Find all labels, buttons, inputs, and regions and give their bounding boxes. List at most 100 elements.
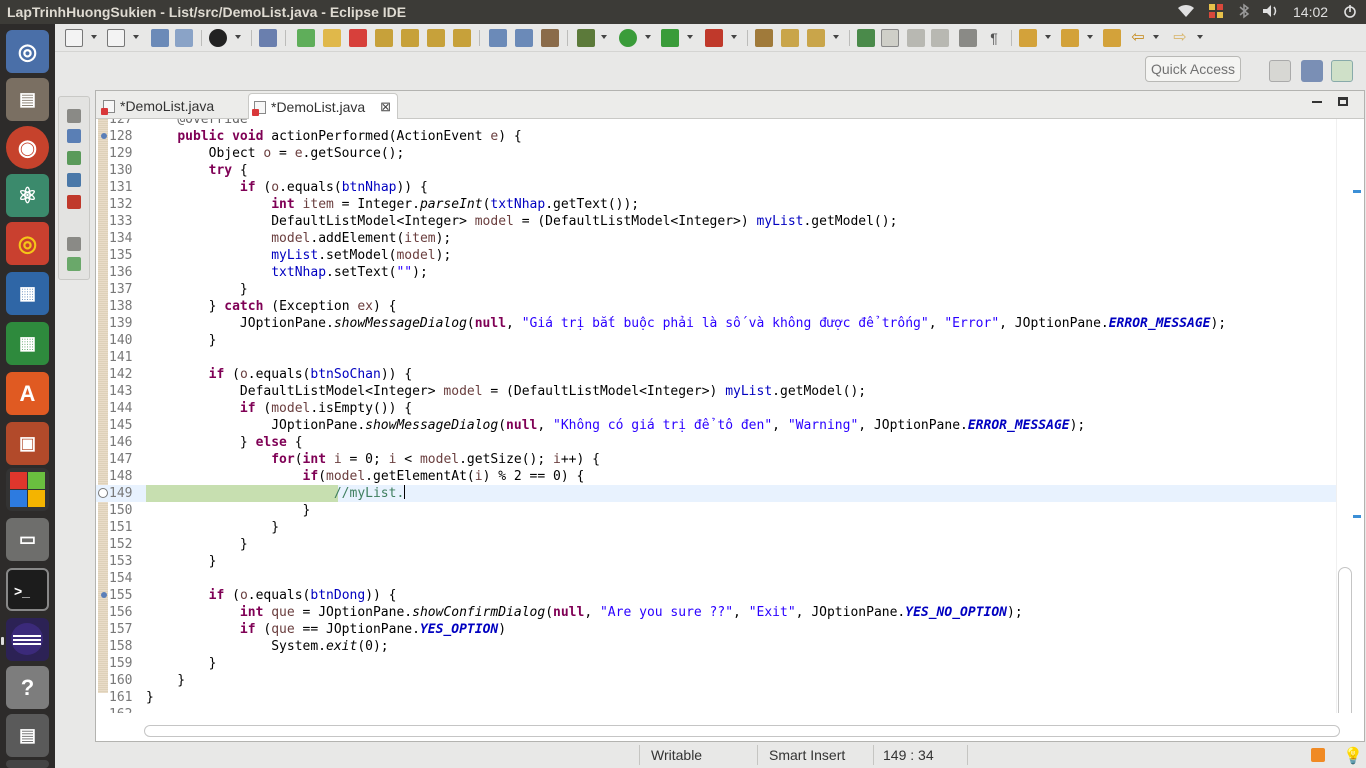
wifi-icon[interactable]	[1176, 3, 1196, 21]
code-text[interactable]: }	[146, 281, 248, 298]
hierarchy-icon[interactable]	[67, 151, 81, 165]
code-text[interactable]: myList.setModel(model);	[146, 247, 451, 264]
code-line[interactable]: 160 }	[96, 672, 1336, 689]
breadcrumb-icon[interactable]	[959, 29, 977, 47]
drop-to-frame-icon[interactable]	[489, 29, 507, 47]
code-text[interactable]: for(int i = 0; i < model.getSize(); i++)…	[146, 451, 600, 468]
calc-icon[interactable]: ▦	[6, 322, 49, 365]
code-line[interactable]: 132 int item = Integer.parseInt(txtNhap.…	[96, 196, 1336, 213]
atom-icon[interactable]: ⚛	[6, 174, 49, 217]
code-text[interactable]: model.addElement(item);	[146, 230, 451, 247]
tab-demolist-2[interactable]: *DemoList.java ⊠	[248, 93, 398, 119]
code-text[interactable]: if (o.equals(btnDong)) {	[146, 587, 397, 604]
debug-view-icon[interactable]	[67, 257, 81, 271]
coverage-dropdown-icon[interactable]	[687, 35, 693, 39]
open-folder-icon[interactable]	[781, 29, 799, 47]
code-line[interactable]: 137 }	[96, 281, 1336, 298]
step-over-icon[interactable]	[427, 29, 445, 47]
next-annotation-icon[interactable]	[1019, 29, 1037, 47]
new-type-icon[interactable]	[107, 29, 125, 47]
word-wrap-icon[interactable]	[931, 29, 949, 47]
horizontal-scrollbar[interactable]	[144, 725, 1340, 737]
code-line[interactable]: 156 int que = JOptionPane.showConfirmDia…	[96, 604, 1336, 621]
close-icon[interactable]: ⊠	[380, 94, 391, 120]
external-tools-dropdown-icon[interactable]	[731, 35, 737, 39]
code-line[interactable]: 149 //myList.	[96, 485, 1336, 502]
help-icon[interactable]: ?	[6, 666, 49, 709]
debug-perspective-icon[interactable]	[1331, 60, 1353, 82]
code-line[interactable]: 148 if(model.getElementAt(i) % 2 == 0) {	[96, 468, 1336, 485]
code-line[interactable]: 153 }	[96, 553, 1336, 570]
back-dropdown-icon[interactable]	[1153, 35, 1159, 39]
code-line[interactable]: 155 if (o.equals(btnDong)) {	[96, 587, 1336, 604]
code-text[interactable]: int que = JOptionPane.showConfirmDialog(…	[146, 604, 1023, 621]
code-text[interactable]: Object o = e.getSource();	[146, 145, 405, 162]
new-type-dropdown-icon[interactable]	[133, 35, 139, 39]
code-line[interactable]: 141	[96, 349, 1336, 366]
power-icon[interactable]	[1342, 3, 1358, 21]
code-text[interactable]: if (o.equals(btnNhap)) {	[146, 179, 428, 196]
restore-bottom-icon[interactable]	[67, 237, 81, 251]
code-line[interactable]: 143 DefaultListModel<Integer> model = (D…	[96, 383, 1336, 400]
save-all-icon[interactable]	[175, 29, 193, 47]
use-step-filters-icon[interactable]	[515, 29, 533, 47]
tip-bulb-icon[interactable]: 💡	[1343, 746, 1363, 766]
toggle-highlight-icon[interactable]	[881, 29, 899, 47]
problems-icon[interactable]	[67, 195, 81, 209]
code-line[interactable]: 136 txtNhap.setText("");	[96, 264, 1336, 281]
code-text[interactable]: //myList.	[146, 485, 406, 502]
eclipse-icon[interactable]	[6, 618, 49, 661]
skip-breakpoints-icon[interactable]	[259, 29, 277, 47]
coverage-icon[interactable]	[661, 29, 679, 47]
firefox-icon[interactable]: ◉	[6, 126, 49, 169]
rss-feed-icon[interactable]	[1311, 748, 1325, 762]
update-icon[interactable]	[1208, 3, 1224, 21]
code-text[interactable]: public void actionPerformed(ActionEvent …	[146, 128, 521, 145]
code-editor[interactable]: 127 @Override 128 public void actionPerfo…	[96, 119, 1364, 713]
override-marker-icon[interactable]	[101, 133, 107, 139]
code-line[interactable]: 146 } else {	[96, 434, 1336, 451]
new-dropdown-icon[interactable]	[91, 35, 97, 39]
code-text[interactable]: } catch (Exception ex) {	[146, 298, 397, 315]
debug-dropdown-icon[interactable]	[601, 35, 607, 39]
quick-access-field[interactable]: Quick Access	[1145, 56, 1241, 82]
volume-icon[interactable]	[1261, 3, 1281, 21]
writer-icon[interactable]: ▦	[6, 272, 49, 315]
forward-icon[interactable]: ⇨	[1171, 29, 1189, 47]
disk-icon[interactable]: ▭	[6, 518, 49, 561]
terminal-icon[interactable]: >_	[6, 568, 49, 611]
workspaces-icon[interactable]: ▤	[6, 714, 49, 757]
code-line[interactable]: 129 Object o = e.getSource();	[96, 145, 1336, 162]
code-text[interactable]: }	[146, 332, 217, 349]
run-dropdown-icon[interactable]	[645, 35, 651, 39]
vertical-scrollbar-thumb[interactable]	[1338, 567, 1352, 713]
code-line[interactable]: 161}	[96, 689, 1336, 706]
step-return-icon[interactable]	[453, 29, 471, 47]
code-text[interactable]: System.exit(0);	[146, 638, 388, 655]
suspend-icon[interactable]	[323, 29, 341, 47]
code-line[interactable]: 128 public void actionPerformed(ActionEv…	[96, 128, 1336, 145]
prev-annotation-icon[interactable]	[1061, 29, 1079, 47]
disconnect-icon[interactable]	[375, 29, 393, 47]
code-text[interactable]: }	[146, 519, 279, 536]
code-line[interactable]: 142 if (o.equals(btnSoChan)) {	[96, 366, 1336, 383]
chrome-icon[interactable]: ◎	[6, 222, 49, 265]
code-line[interactable]: 150 }	[96, 502, 1336, 519]
override-marker-icon[interactable]	[101, 592, 107, 598]
code-line[interactable]: 140 }	[96, 332, 1336, 349]
code-line[interactable]: 154	[96, 570, 1336, 587]
tab-demolist-1[interactable]: *DemoList.java	[98, 93, 248, 119]
code-line[interactable]: 133 DefaultListModel<Integer> model = (D…	[96, 213, 1336, 230]
impress-icon[interactable]: ▣	[6, 422, 49, 465]
bluetooth-icon[interactable]	[1238, 3, 1250, 21]
code-line[interactable]: 157 if (que == JOptionPane.YES_OPTION)	[96, 621, 1336, 638]
search-icon[interactable]	[807, 29, 825, 47]
code-line[interactable]: 138 } catch (Exception ex) {	[96, 298, 1336, 315]
code-text[interactable]: if (model.isEmpty()) {	[146, 400, 412, 417]
step-into-icon[interactable]	[401, 29, 419, 47]
minimize-icon[interactable]	[1312, 101, 1322, 103]
code-text[interactable]: DefaultListModel<Integer> model = (Defau…	[146, 213, 897, 230]
java-perspective-icon[interactable]	[1301, 60, 1323, 82]
code-line[interactable]: 147 for(int i = 0; i < model.getSize(); …	[96, 451, 1336, 468]
code-text[interactable]: if(model.getElementAt(i) % 2 == 0) {	[146, 468, 585, 485]
